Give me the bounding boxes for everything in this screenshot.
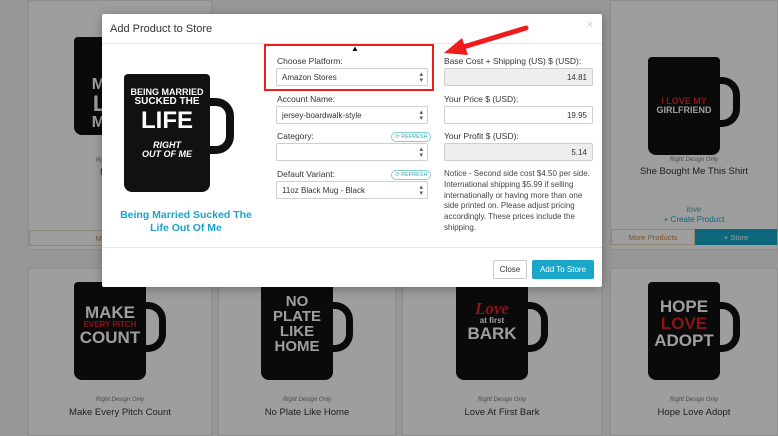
category-label: Category: [277, 131, 314, 141]
annotation-arrow-icon [444, 25, 529, 55]
your-profit-field: 5.14 [444, 143, 593, 161]
select-caret-icon: ▴ ▾ [419, 184, 423, 198]
variant-refresh-button[interactable]: ⟳ REFRESH [391, 170, 432, 180]
account-name-label: Account Name: [277, 94, 336, 104]
base-cost-field: 14.81 [444, 68, 593, 86]
your-price-label: Your Price $ (USD): [444, 94, 519, 104]
variant-select[interactable]: 11oz Black Mug - Black ▴ ▾ [276, 181, 428, 199]
select-caret-icon: ▴ ▾ [419, 109, 423, 123]
modal-title: Add Product to Store [110, 23, 213, 35]
mug-image: BEING MARRIED SUCKED THE LIFE RIGHT OUT … [124, 74, 234, 194]
close-icon[interactable]: × [587, 19, 593, 31]
default-variant-label: Default Variant: [277, 169, 335, 179]
add-to-store-button[interactable]: Add To Store [532, 260, 594, 279]
product-name: Being Married Sucked The Life Out Of Me [120, 209, 252, 235]
mouse-cursor-icon: ▲ [351, 44, 359, 53]
select-caret-icon: ▴ ▾ [419, 146, 423, 160]
modal-footer [102, 247, 602, 287]
category-refresh-button[interactable]: ⟳ REFRESH [391, 132, 432, 142]
account-select[interactable]: jersey-boardwalk-style ▴ ▾ [276, 106, 428, 124]
highlight-box [264, 44, 434, 91]
your-profit-label: Your Profit $ (USD): [444, 131, 519, 141]
your-price-input[interactable]: 19.95 [444, 106, 593, 124]
close-button[interactable]: Close [493, 260, 527, 279]
product-image: BEING MARRIED SUCKED THE LIFE RIGHT OUT … [124, 74, 234, 194]
category-select[interactable]: ▴ ▾ [276, 143, 428, 161]
notice-text: Notice - Second side cost $4.50 per side… [444, 169, 590, 232]
